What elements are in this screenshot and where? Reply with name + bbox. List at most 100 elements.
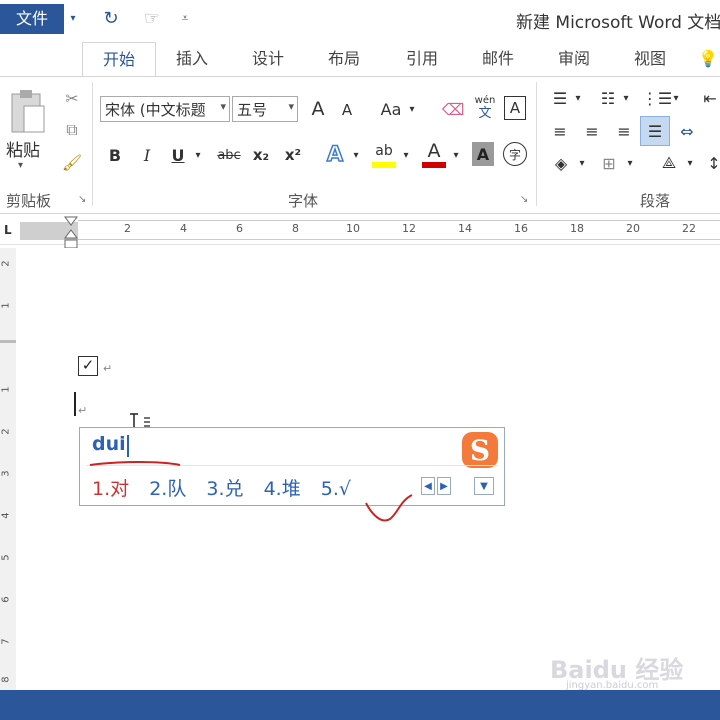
chevron-down-icon[interactable]: ▾ xyxy=(670,86,682,110)
sogou-logo-letter: S xyxy=(470,434,490,467)
decrease-indent-icon[interactable]: ⇤ xyxy=(700,86,720,110)
chevron-down-icon[interactable]: ▾ xyxy=(400,142,412,168)
multilevel-list-icon[interactable]: ⋮☰ xyxy=(642,86,672,110)
sort-icon[interactable]: ↕ xyxy=(707,150,720,176)
cut-icon[interactable]: ✂ xyxy=(60,86,84,110)
chevron-down-icon[interactable]: ▾ xyxy=(572,86,584,110)
chevron-down-icon[interactable]: ▾ xyxy=(350,142,362,168)
character-shading-button[interactable]: A xyxy=(472,142,494,166)
customize-toolbar-icon[interactable]: ⩡ xyxy=(176,6,194,30)
shrink-font-button[interactable]: A xyxy=(336,98,358,122)
superscript-button[interactable]: x² xyxy=(280,142,306,168)
font-launcher-icon[interactable]: ↘ xyxy=(520,194,528,205)
text-cursor xyxy=(74,392,76,416)
ruler-tick-label: 8 xyxy=(292,222,299,235)
clear-formatting-icon[interactable]: ⌫ xyxy=(440,96,466,122)
copy-icon[interactable]: ⧉ xyxy=(60,118,84,142)
vertical-ruler-margin xyxy=(0,340,16,343)
vertical-ruler[interactable]: 2 1 1 2 3 4 5 6 7 8 xyxy=(0,248,16,690)
paragraph-group-label: 段落 xyxy=(640,192,671,210)
chevron-down-icon[interactable]: ▾ xyxy=(406,96,418,122)
ruler-tick-label: 7 xyxy=(0,638,12,645)
ime-next-page-icon[interactable]: ▶ xyxy=(437,477,451,495)
tab-file[interactable]: 文件 xyxy=(0,4,64,34)
paste-dropdown-icon[interactable]: ▾ xyxy=(18,160,23,171)
ruler-tick-label: 1 xyxy=(0,386,12,393)
touch-mode-icon[interactable]: ☞ xyxy=(138,6,166,30)
tab-selector[interactable]: L xyxy=(4,223,18,237)
tab-home[interactable]: 开始 xyxy=(82,42,156,77)
grow-font-button[interactable]: A xyxy=(306,96,330,122)
clipboard-launcher-icon[interactable]: ↘ xyxy=(78,194,86,205)
chevron-down-icon: ▾ xyxy=(288,100,294,113)
ruler-tick-label: 3 xyxy=(0,470,12,477)
justify-icon[interactable]: ☰ xyxy=(640,116,670,146)
tab-layout[interactable]: 布局 xyxy=(314,42,374,76)
chevron-down-icon[interactable]: ▾ xyxy=(192,142,204,168)
underline-annotation xyxy=(89,461,181,466)
font-color-swatch xyxy=(422,162,446,168)
chevron-down-icon[interactable]: ▾ xyxy=(624,150,636,176)
font-color-button[interactable]: A xyxy=(420,140,448,170)
clipboard-icon[interactable] xyxy=(8,88,46,136)
redo-icon[interactable]: ↻ xyxy=(98,6,124,30)
ruler-tick-label: 1 xyxy=(0,302,12,309)
underline-button[interactable]: U xyxy=(166,142,190,168)
tab-mailings[interactable]: 邮件 xyxy=(468,42,528,76)
align-right-icon[interactable]: ≡ xyxy=(612,118,636,144)
clipboard-group-label: 剪贴板 xyxy=(6,192,52,210)
ruler-tick-label: 2 xyxy=(124,222,131,235)
tell-me-icon[interactable]: 💡 xyxy=(696,42,720,76)
format-painter-icon[interactable]: 🖌 xyxy=(60,150,84,174)
strikethrough-button[interactable]: abc xyxy=(214,142,244,168)
font-color-text: A xyxy=(427,140,441,162)
align-center-icon[interactable]: ≡ xyxy=(580,118,604,144)
paragraph-mark: ↵ xyxy=(78,404,88,417)
chevron-down-icon[interactable]: ▾ xyxy=(576,150,588,176)
chevron-down-icon[interactable]: ▾ xyxy=(620,86,632,110)
ruler-tick-label: 6 xyxy=(236,222,243,235)
bold-button[interactable]: B xyxy=(104,142,126,168)
borders-icon[interactable]: ⊞ xyxy=(596,150,622,176)
tab-references[interactable]: 引用 xyxy=(392,42,452,76)
italic-button[interactable]: I xyxy=(136,142,158,168)
ime-prev-page-icon[interactable]: ◀ xyxy=(421,477,435,495)
text-effects-button[interactable]: A xyxy=(322,140,348,168)
highlight-button[interactable]: ab xyxy=(370,140,398,170)
paragraph-shading-icon[interactable]: ◈ xyxy=(548,150,574,176)
subscript-button[interactable]: x₂ xyxy=(248,142,274,168)
bullets-icon[interactable]: ☰ xyxy=(548,86,572,110)
chinese-layout-icon[interactable]: ⟁ xyxy=(656,150,682,176)
ime-caret xyxy=(127,435,129,457)
font-name-value: 宋体 (中文标题 xyxy=(105,100,206,119)
ime-expand-icon[interactable]: ▼ xyxy=(474,477,494,495)
ruler-tick-label: 12 xyxy=(402,222,416,235)
chevron-down-icon[interactable]: ▾ xyxy=(684,150,696,176)
indent-marker[interactable] xyxy=(64,216,78,250)
undo-dropdown-icon[interactable]: ▾ xyxy=(66,6,80,30)
tab-view[interactable]: 视图 xyxy=(620,42,680,76)
chevron-down-icon[interactable]: ▾ xyxy=(450,142,462,168)
ruler-tick-label: 16 xyxy=(514,222,528,235)
tab-design[interactable]: 设计 xyxy=(238,42,298,76)
numbering-icon[interactable]: ☷ xyxy=(596,86,620,110)
phonetic-guide-button[interactable]: wén 文 xyxy=(472,94,498,124)
distributed-icon[interactable]: ⇔ xyxy=(674,118,700,144)
tab-review[interactable]: 审阅 xyxy=(544,42,604,76)
ruler-tick-label: 20 xyxy=(626,222,640,235)
status-bar xyxy=(0,690,720,720)
tab-insert[interactable]: 插入 xyxy=(162,42,222,76)
paste-button[interactable]: 粘贴 xyxy=(6,136,40,161)
ruler-tick-label: 10 xyxy=(346,222,360,235)
font-size-combo[interactable]: 五号 ▾ xyxy=(232,96,298,122)
font-name-combo[interactable]: 宋体 (中文标题 ▾ xyxy=(100,96,230,122)
align-left-icon[interactable]: ≡ xyxy=(548,118,572,144)
character-border-button[interactable]: A xyxy=(504,96,526,120)
change-case-button[interactable]: Aa xyxy=(376,96,406,122)
enclose-characters-button[interactable]: 字 xyxy=(503,142,527,166)
ruler-tick-label: 4 xyxy=(180,222,187,235)
group-separator xyxy=(536,82,537,206)
horizontal-ruler[interactable]: 2 4 6 8 10 12 14 16 18 20 22 xyxy=(78,220,720,240)
ruler-tick-label: 4 xyxy=(0,512,12,519)
ruler-tick-label: 5 xyxy=(0,554,12,561)
